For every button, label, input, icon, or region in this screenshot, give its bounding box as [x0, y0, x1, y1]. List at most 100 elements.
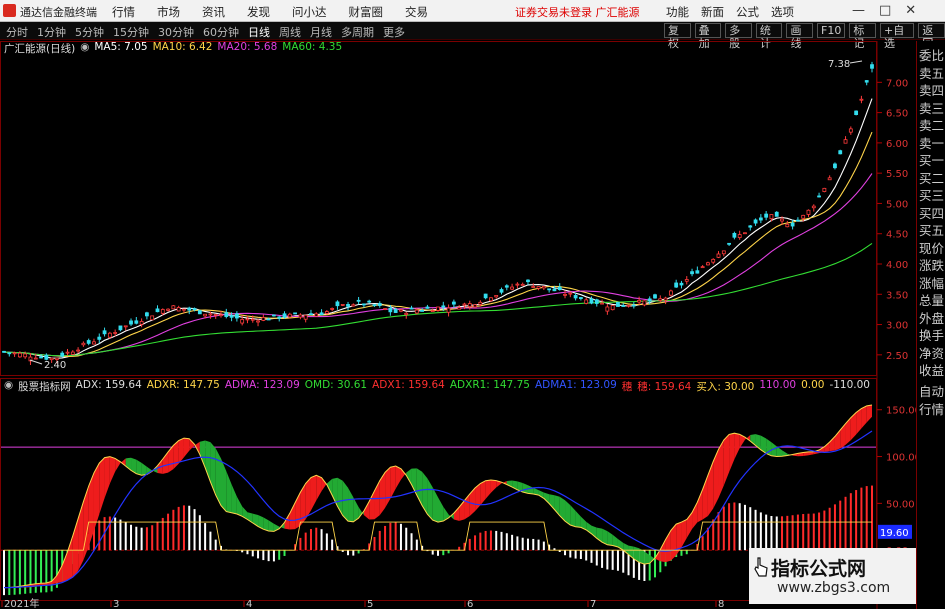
- candle: [123, 325, 128, 331]
- candle: [764, 210, 769, 221]
- adx-band: [99, 457, 105, 515]
- adx-band: [527, 485, 534, 494]
- login-notice[interactable]: 证券交易未登录 广汇能源: [515, 4, 640, 20]
- histogram-bar: [246, 550, 249, 555]
- period-tab-8[interactable]: 月线: [310, 24, 332, 40]
- adx-band: [395, 465, 401, 489]
- quote-row-10: 买五: [919, 223, 945, 238]
- histogram-bar: [378, 530, 381, 551]
- period-tab-4[interactable]: 30分钟: [158, 24, 194, 40]
- candle: [811, 204, 816, 212]
- minimize-button[interactable]: —: [852, 3, 865, 18]
- candle: [737, 230, 742, 240]
- histogram-bar: [542, 541, 545, 551]
- menu-options[interactable]: 选项: [771, 4, 794, 20]
- adx-band: [697, 489, 703, 523]
- buy-signal-line: [4, 521, 872, 551]
- menu-discover[interactable]: 发现: [247, 4, 270, 20]
- menu-new-page[interactable]: 新面: [701, 4, 724, 20]
- candle: [86, 338, 91, 346]
- histogram-bar: [267, 550, 270, 562]
- menu-function[interactable]: 功能: [666, 4, 689, 20]
- histogram-bar: [828, 507, 831, 551]
- period-tab-0[interactable]: 分时: [6, 24, 28, 40]
- menu-trade[interactable]: 交易: [405, 4, 428, 20]
- histogram-bar: [802, 514, 805, 551]
- histogram-bar: [373, 537, 376, 551]
- candle: [753, 218, 758, 226]
- histogram-bar: [204, 523, 207, 551]
- tool-button-4[interactable]: 画线: [786, 23, 814, 50]
- adx-band: [438, 497, 444, 523]
- adx-band: [226, 471, 232, 513]
- indicator-value-3: OMD: 30.61: [304, 379, 368, 391]
- menu-wealth[interactable]: 财富圈: [349, 4, 384, 20]
- period-tab-7[interactable]: 周线: [279, 24, 301, 40]
- histogram-bar: [315, 527, 318, 551]
- menu-quotes[interactable]: 行情: [112, 4, 135, 20]
- adx-band: [231, 484, 237, 514]
- indicator-tick-label-2: 50.00: [886, 499, 915, 510]
- histogram-bar: [616, 550, 619, 571]
- quote-row-18: 收益: [919, 363, 945, 378]
- period-tab-3[interactable]: 15分钟: [113, 24, 149, 40]
- histogram-bar: [474, 535, 477, 551]
- tool-button-3[interactable]: 统计: [755, 23, 783, 50]
- candle: [330, 307, 335, 312]
- indicator-value-8: 穗: 159.64: [637, 381, 692, 393]
- menu-news[interactable]: 资讯: [202, 4, 225, 20]
- tool-button-7[interactable]: +自选: [879, 23, 915, 50]
- menu-assistant[interactable]: 问小达: [292, 4, 327, 20]
- histogram-bar: [537, 539, 540, 551]
- menu-market[interactable]: 市场: [157, 4, 180, 20]
- period-tab-5[interactable]: 60分钟: [203, 24, 239, 40]
- tool-button-8[interactable]: 返回: [918, 23, 945, 50]
- adx-band: [263, 517, 269, 531]
- high-price-label: 7.38: [828, 59, 850, 70]
- candle: [234, 311, 239, 322]
- indicator-toggle-icon[interactable]: ◉: [4, 379, 13, 393]
- kline-chart[interactable]: 7.00 6.50 6.00 5.50 5.00 4.50 4.00 3.50 3.00 2.50…: [0, 41, 916, 609]
- period-tab-10[interactable]: 更多: [383, 24, 405, 40]
- auto-tab[interactable]: 自动: [919, 383, 944, 401]
- adx-band: [845, 417, 851, 445]
- period-tab-2[interactable]: 5分钟: [75, 24, 104, 40]
- candle: [854, 110, 859, 116]
- histogram-bar: [770, 516, 773, 551]
- tool-button-2[interactable]: 多股: [725, 23, 752, 50]
- candle: [848, 126, 853, 135]
- period-tab-9[interactable]: 多周期: [341, 24, 374, 40]
- candle: [526, 279, 530, 285]
- adx-band: [78, 501, 84, 571]
- menu-formula[interactable]: 公式: [736, 4, 759, 20]
- candle: [684, 276, 689, 285]
- tool-button-5[interactable]: F10: [817, 23, 846, 38]
- close-button[interactable]: ✕: [905, 3, 916, 18]
- histogram-bar: [257, 550, 260, 559]
- indicator-name[interactable]: 股票指标网: [18, 379, 71, 393]
- candle: [483, 293, 488, 300]
- date-label-6: 8: [718, 599, 724, 609]
- tool-button-1[interactable]: 叠加: [694, 23, 722, 50]
- adx-band: [183, 438, 190, 458]
- histogram-bar: [394, 522, 397, 551]
- adx-band: [681, 519, 687, 548]
- quote-tab[interactable]: 行情: [919, 401, 944, 419]
- tool-button-6[interactable]: 标记: [849, 23, 876, 50]
- adx-band: [141, 462, 147, 476]
- histogram-bar: [717, 512, 720, 551]
- moving-average-lines: [3, 98, 873, 359]
- quote-panel: 委比 卖五 卖四 卖三 卖二 卖一 买一 买二 买三 买四 买五 现价 涨跌 涨幅 总量 外盘 换手 净资 收益 自…: [916, 41, 945, 609]
- candle: [594, 298, 599, 307]
- maximize-button[interactable]: □: [879, 3, 891, 18]
- candle: [695, 266, 700, 274]
- adx-band: [289, 502, 296, 530]
- histogram-bar: [357, 550, 360, 554]
- adx-band: [824, 442, 830, 452]
- candle: [436, 306, 440, 312]
- period-tab-6[interactable]: 日线: [248, 24, 270, 40]
- period-tab-1[interactable]: 1分钟: [37, 24, 66, 40]
- adx-band: [490, 479, 497, 493]
- adx-band: [385, 467, 391, 508]
- tool-button-0[interactable]: 复权: [664, 23, 691, 50]
